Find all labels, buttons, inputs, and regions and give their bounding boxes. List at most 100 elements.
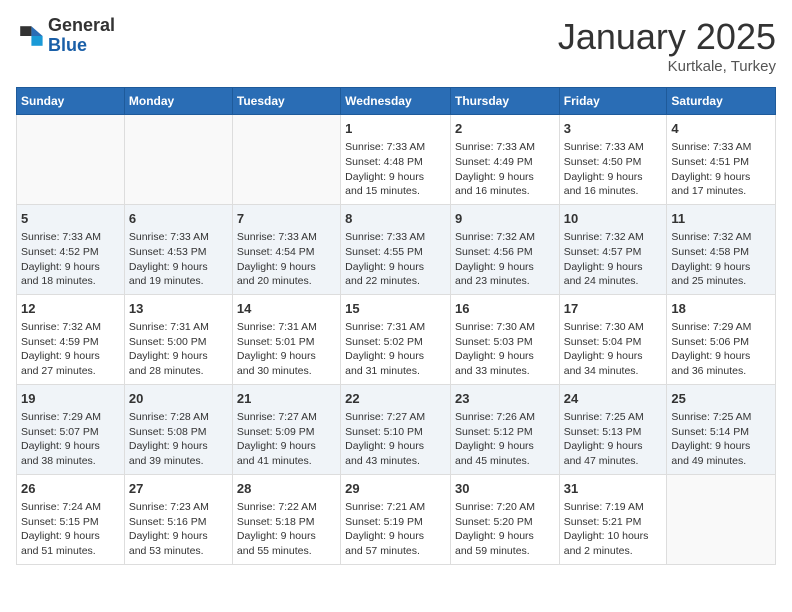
day-info-line: Sunset: 5:15 PM — [21, 515, 120, 530]
day-number: 19 — [21, 390, 120, 408]
calendar-day-24: 24Sunrise: 7:25 AMSunset: 5:13 PMDayligh… — [559, 384, 667, 474]
day-number: 4 — [671, 120, 771, 138]
day-info-line: Sunset: 4:48 PM — [345, 155, 446, 170]
weekday-header-wednesday: Wednesday — [341, 88, 451, 115]
calendar-day-12: 12Sunrise: 7:32 AMSunset: 4:59 PMDayligh… — [17, 294, 125, 384]
calendar-empty-cell — [124, 115, 232, 205]
calendar-day-29: 29Sunrise: 7:21 AMSunset: 5:19 PMDayligh… — [341, 474, 451, 564]
day-info-line: Sunset: 5:02 PM — [345, 335, 446, 350]
logo-icon — [16, 22, 44, 50]
day-info-line: Daylight: 9 hours — [671, 439, 771, 454]
calendar-day-4: 4Sunrise: 7:33 AMSunset: 4:51 PMDaylight… — [667, 115, 776, 205]
day-info-line: Sunset: 4:57 PM — [564, 245, 663, 260]
day-info-line: and 15 minutes. — [345, 184, 446, 199]
calendar-empty-cell — [17, 115, 125, 205]
day-info-line: Sunrise: 7:32 AM — [671, 230, 771, 245]
day-info-line: Daylight: 9 hours — [564, 260, 663, 275]
calendar-day-28: 28Sunrise: 7:22 AMSunset: 5:18 PMDayligh… — [232, 474, 340, 564]
day-info-line: Sunset: 5:20 PM — [455, 515, 555, 530]
day-info-line: and 53 minutes. — [129, 544, 228, 559]
calendar-day-10: 10Sunrise: 7:32 AMSunset: 4:57 PMDayligh… — [559, 204, 667, 294]
day-info-line: Sunset: 4:56 PM — [455, 245, 555, 260]
day-info-line: Sunrise: 7:33 AM — [345, 230, 446, 245]
day-info-line: Sunset: 4:55 PM — [345, 245, 446, 260]
day-number: 29 — [345, 480, 446, 498]
day-info-line: Sunrise: 7:21 AM — [345, 500, 446, 515]
calendar-day-19: 19Sunrise: 7:29 AMSunset: 5:07 PMDayligh… — [17, 384, 125, 474]
day-number: 27 — [129, 480, 228, 498]
day-info-line: Daylight: 9 hours — [671, 260, 771, 275]
logo-general: General — [48, 15, 115, 35]
weekday-header-monday: Monday — [124, 88, 232, 115]
weekday-header-saturday: Saturday — [667, 88, 776, 115]
day-info-line: Daylight: 9 hours — [129, 260, 228, 275]
calendar-week-row: 19Sunrise: 7:29 AMSunset: 5:07 PMDayligh… — [17, 384, 776, 474]
day-info-line: Sunrise: 7:30 AM — [564, 320, 663, 335]
day-info-line: and 19 minutes. — [129, 274, 228, 289]
day-info-line: and 34 minutes. — [564, 364, 663, 379]
day-info-line: Sunrise: 7:27 AM — [237, 410, 336, 425]
day-number: 6 — [129, 210, 228, 228]
day-info-line: Daylight: 9 hours — [237, 439, 336, 454]
day-number: 3 — [564, 120, 663, 138]
day-info-line: Sunrise: 7:33 AM — [21, 230, 120, 245]
day-info-line: Sunrise: 7:29 AM — [21, 410, 120, 425]
calendar-day-16: 16Sunrise: 7:30 AMSunset: 5:03 PMDayligh… — [450, 294, 559, 384]
day-number: 2 — [455, 120, 555, 138]
day-info-line: and 30 minutes. — [237, 364, 336, 379]
day-info-line: Sunset: 5:18 PM — [237, 515, 336, 530]
day-info-line: Sunset: 4:58 PM — [671, 245, 771, 260]
location: Kurtkale, Turkey — [558, 58, 776, 75]
weekday-header-row: SundayMondayTuesdayWednesdayThursdayFrid… — [17, 88, 776, 115]
day-info-line: Sunrise: 7:24 AM — [21, 500, 120, 515]
day-info-line: Daylight: 9 hours — [237, 349, 336, 364]
calendar-day-11: 11 Sunrise: 7:32 AMSunset: 4:58 PMDayligh… — [667, 204, 776, 294]
day-info-line: Sunrise: 7:33 AM — [455, 140, 555, 155]
day-number: 9 — [455, 210, 555, 228]
day-info-line: Sunrise: 7:33 AM — [671, 140, 771, 155]
day-info-line: and 38 minutes. — [21, 454, 120, 469]
day-info-line: Sunrise: 7:29 AM — [671, 320, 771, 335]
day-info-line: and 43 minutes. — [345, 454, 446, 469]
day-number: 11 — [671, 210, 771, 228]
day-info-line: Daylight: 9 hours — [455, 439, 555, 454]
day-info-line: and 25 minutes. — [671, 274, 771, 289]
day-info-line: and 49 minutes. — [671, 454, 771, 469]
day-info-line: Sunrise: 7:31 AM — [237, 320, 336, 335]
day-info-line: and 41 minutes. — [237, 454, 336, 469]
day-info-line: Daylight: 9 hours — [129, 349, 228, 364]
day-info-line: Sunset: 5:03 PM — [455, 335, 555, 350]
day-info-line: and 24 minutes. — [564, 274, 663, 289]
day-info-line: and 16 minutes. — [455, 184, 555, 199]
day-number: 16 — [455, 300, 555, 318]
day-info-line: Sunset: 4:50 PM — [564, 155, 663, 170]
calendar-day-3: 3Sunrise: 7:33 AMSunset: 4:50 PMDaylight… — [559, 115, 667, 205]
day-info-line: Sunrise: 7:32 AM — [455, 230, 555, 245]
day-info-line: Daylight: 10 hours — [564, 529, 663, 544]
calendar-empty-cell — [232, 115, 340, 205]
day-info-line: Sunrise: 7:32 AM — [564, 230, 663, 245]
calendar-day-22: 22Sunrise: 7:27 AMSunset: 5:10 PMDayligh… — [341, 384, 451, 474]
day-info-line: Sunrise: 7:31 AM — [345, 320, 446, 335]
day-info-line: and 51 minutes. — [21, 544, 120, 559]
day-number: 24 — [564, 390, 663, 408]
logo: General Blue — [16, 16, 115, 56]
weekday-header-friday: Friday — [559, 88, 667, 115]
weekday-header-thursday: Thursday — [450, 88, 559, 115]
day-info-line: Sunrise: 7:33 AM — [345, 140, 446, 155]
day-info-line: and 28 minutes. — [129, 364, 228, 379]
day-info-line: and 39 minutes. — [129, 454, 228, 469]
calendar-day-9: 9 Sunrise: 7:32 AMSunset: 4:56 PMDaylight… — [450, 204, 559, 294]
day-info-line: Sunset: 4:54 PM — [237, 245, 336, 260]
day-number: 17 — [564, 300, 663, 318]
day-info-line: and 36 minutes. — [671, 364, 771, 379]
calendar-week-row: 1Sunrise: 7:33 AMSunset: 4:48 PMDaylight… — [17, 115, 776, 205]
calendar-day-7: 7Sunrise: 7:33 AMSunset: 4:54 PMDaylight… — [232, 204, 340, 294]
day-info-line: Sunset: 5:04 PM — [564, 335, 663, 350]
day-info-line: Daylight: 9 hours — [237, 529, 336, 544]
day-info-line: Daylight: 9 hours — [455, 260, 555, 275]
day-info-line: Daylight: 9 hours — [564, 439, 663, 454]
calendar-week-row: 12Sunrise: 7:32 AMSunset: 4:59 PMDayligh… — [17, 294, 776, 384]
day-info-line: Sunrise: 7:28 AM — [129, 410, 228, 425]
calendar-day-21: 21Sunrise: 7:27 AMSunset: 5:09 PMDayligh… — [232, 384, 340, 474]
